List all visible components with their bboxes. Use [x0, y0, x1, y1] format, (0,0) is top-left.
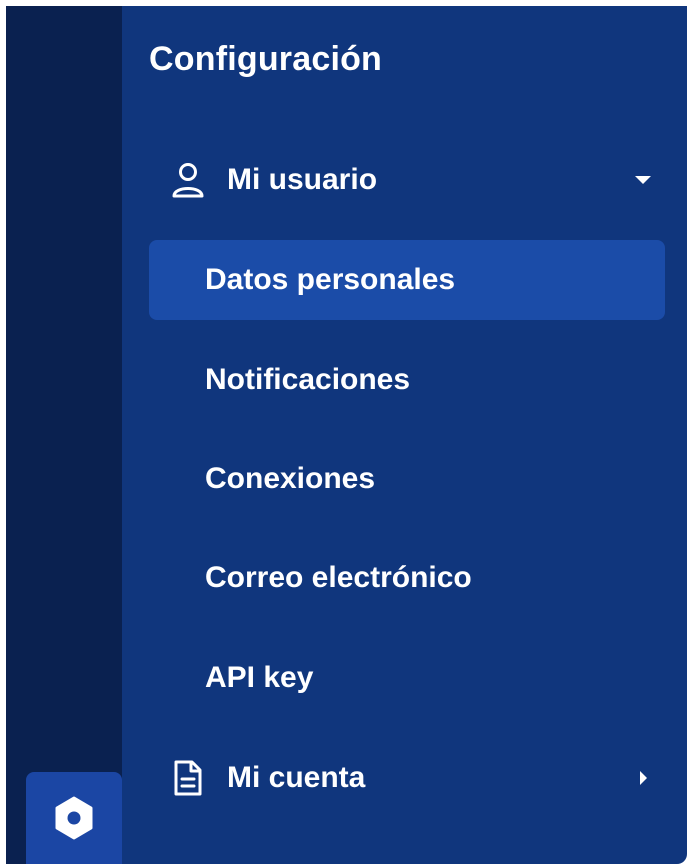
sidebar-item-conexiones[interactable]: Conexiones — [149, 439, 665, 519]
caret-right-icon — [631, 766, 655, 790]
app-frame: Configuración Mi usuario Datos personale… — [6, 6, 687, 864]
document-icon — [167, 757, 209, 799]
section-label-mi-usuario: Mi usuario — [227, 163, 378, 196]
navigation-rail — [6, 6, 122, 864]
sidebar-item-api-key[interactable]: API key — [149, 638, 665, 718]
sidebar-item-notificaciones[interactable]: Notificaciones — [149, 340, 665, 420]
sidebar-item-correo-electronico[interactable]: Correo electrónico — [149, 538, 665, 618]
sidebar-item-label: Conexiones — [205, 462, 376, 495]
settings-hexagon-icon — [55, 796, 93, 840]
settings-panel: Configuración Mi usuario Datos personale… — [122, 6, 687, 864]
panel-title: Configuración — [149, 40, 383, 78]
section-header-mi-usuario[interactable]: Mi usuario — [149, 140, 665, 220]
section-header-mi-cuenta[interactable]: Mi cuenta — [149, 738, 665, 818]
rail-settings-button[interactable] — [26, 772, 122, 864]
sidebar-item-label: Datos personales — [205, 263, 456, 296]
sidebar-item-label: API key — [205, 661, 314, 694]
sidebar-item-label: Notificaciones — [205, 363, 411, 396]
section-label-mi-cuenta: Mi cuenta — [227, 761, 366, 794]
user-icon — [167, 159, 209, 201]
sidebar-item-label: Correo electrónico — [205, 561, 472, 594]
caret-down-icon — [631, 168, 655, 192]
sidebar-item-datos-personales[interactable]: Datos personales — [149, 240, 665, 320]
